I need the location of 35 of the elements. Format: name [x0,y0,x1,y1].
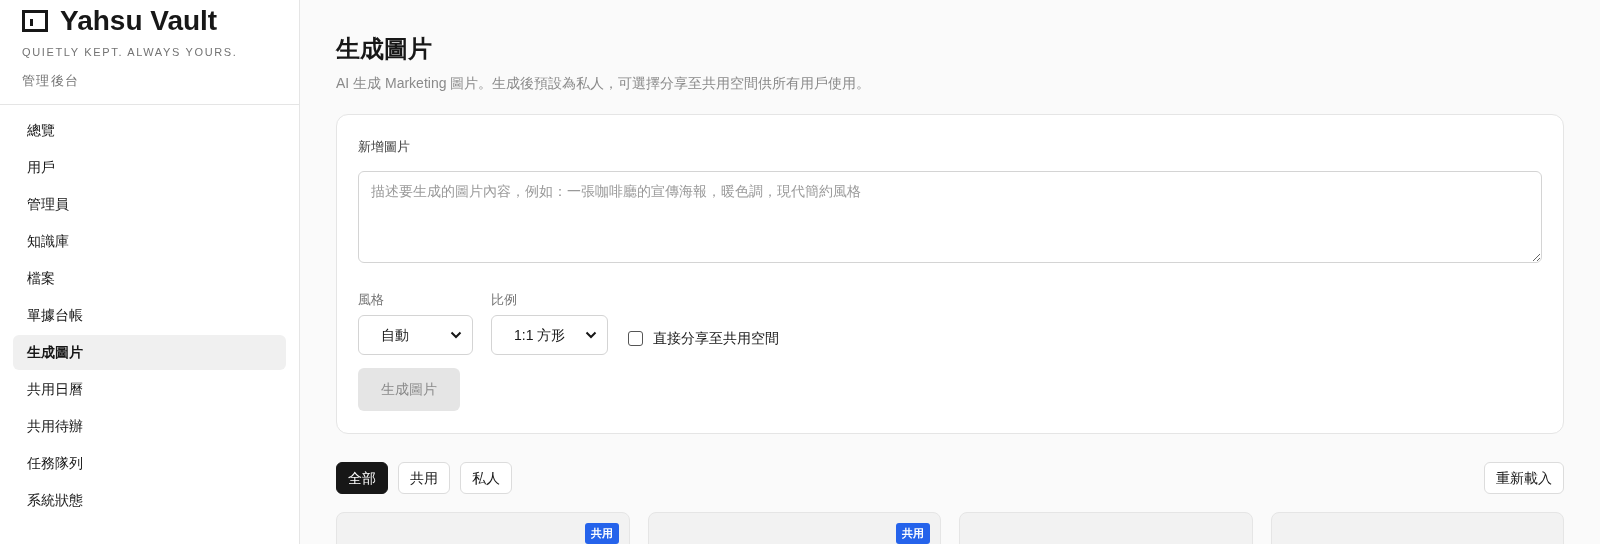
sidebar-item[interactable]: 單據台帳 [13,298,286,333]
filter-tab[interactable]: 全部 [336,462,388,494]
reload-button[interactable]: 重新載入 [1484,462,1564,494]
sidebar-item[interactable]: 用戶 [13,150,286,185]
sidebar-item[interactable]: 知識庫 [13,224,286,259]
form-title: 新增圖片 [358,138,411,156]
filter-tab[interactable]: 私人 [460,462,512,494]
checkbox[interactable] [628,330,643,346]
image-card[interactable]: 共用 [336,512,630,544]
tagline: QUIETLY KEPT. ALWAYS YOURS. [22,45,239,60]
sidebar-item[interactable]: 檔案 [13,261,286,296]
sidebar-item[interactable]: 管理員 [13,187,286,222]
prompt-field[interactable]: 描述要生成的圖片內容，例如：一張咖啡廳的宣傳海報，暖色調，現代簡約風格 [358,170,1542,263]
section-label: 管理後台 [22,71,81,90]
select-field[interactable]: 自動 [358,315,473,355]
sidebar-item[interactable]: 共用日曆 [13,372,286,407]
page-subtitle: AI 生成 Marketing 圖片。生成後預設為私人，可選擇分享至共用空間供所有用戶使用。 [336,74,872,93]
chevron-down-icon [450,331,462,339]
shared-badge: 共用 [584,523,619,544]
shared-badge: 共用 [896,523,930,544]
filter-tab[interactable]: 共用 [398,462,450,494]
sidebar-item[interactable]: 任務隊列 [13,446,286,481]
sidebar-item[interactable]: 共用待辦 [13,409,286,444]
vault-icon [22,10,48,32]
sidebar-item[interactable]: 總覽 [13,113,286,148]
sidebar-item[interactable]: 系統狀態 [13,483,286,518]
image-card[interactable]: 共用 [647,512,941,544]
checkbox-label: 直接分享至共用空間 [653,328,779,348]
field-label: 風格 [358,290,385,309]
sidebar-item[interactable]: 生成圖片 [13,335,286,370]
select-field[interactable]: 1:1 方形 [491,315,608,355]
brand-name: Yahsu Vault [60,4,218,38]
page-title: 生成圖片 [336,34,433,64]
field-label: 比例 [491,290,518,309]
chevron-down-icon [585,331,597,339]
